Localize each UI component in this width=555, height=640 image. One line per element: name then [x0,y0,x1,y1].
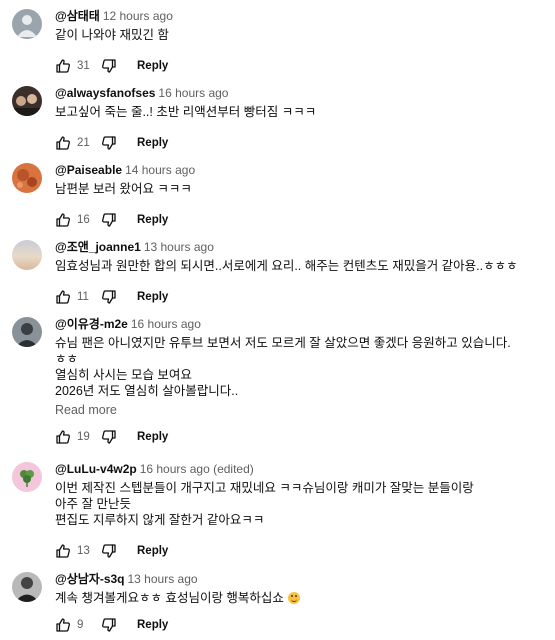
comment-text: 남편분 보러 왔어요 ㅋㅋㅋ [55,181,547,197]
comment-author[interactable]: @이유경-m2e [55,317,128,331]
comment-time[interactable]: 13 hours ago [128,572,198,586]
comment-time[interactable]: 12 hours ago [103,9,173,23]
comment-line: 임효성님과 원만한 합의 되시면..서로에게 요리.. 해주는 컨텐츠도 재밌을… [55,259,518,273]
comment-line: 편집도 지루하지 않게 잘한거 같아요ㅋㅋ [55,513,265,527]
comment-author[interactable]: @조앤_joanne1 [55,240,141,254]
avatar[interactable] [12,317,42,347]
avatar[interactable] [12,572,42,602]
comment-time[interactable]: 16 hours ago [131,317,201,331]
comment-line: 남편분 보러 왔어요 ㅋㅋㅋ [55,182,192,196]
thumbs-up-icon[interactable] [55,543,71,559]
comment-time[interactable]: 16 hours ago [158,86,228,100]
avatar[interactable] [12,86,42,116]
avatar[interactable] [12,462,42,492]
avatar[interactable] [12,163,42,193]
smiling-face-emoji-icon [288,592,301,604]
like-count: 16 [77,214,90,226]
comment-author[interactable]: @Paiseable [55,163,122,177]
thumbs-up-icon[interactable] [55,58,71,74]
comment-author[interactable]: @상남자-s3q [55,572,125,586]
comment-text: 계속 챙겨볼게요ㅎㅎ 효성님이랑 행복하십쇼 [55,590,547,606]
avatar[interactable] [12,240,42,270]
reply-button[interactable]: Reply [137,60,168,72]
comment-line: 2026년 저도 열심히 살아볼랍니다.. [55,384,239,398]
comment-author[interactable]: @삼태태 [55,9,100,23]
thumbs-down-icon[interactable] [101,543,117,559]
like-count: 19 [77,431,90,443]
comment-line: ㅎㅎ [55,352,79,366]
comment-actions: 9 Reply [55,616,547,634]
comment-actions: 21 Reply [55,134,547,152]
like-count: 13 [77,545,90,557]
comment-line: 슈님 팬은 아니였지만 유투브 보면서 저도 모르게 잘 살았으면 좋겠다 응원… [55,336,511,350]
thumbs-down-icon[interactable] [101,617,117,633]
thumbs-down-icon[interactable] [101,135,117,151]
reply-button[interactable]: Reply [137,431,168,443]
comment-actions: 11 Reply [55,288,547,306]
thumbs-down-icon[interactable] [101,212,117,228]
thumbs-down-icon[interactable] [101,58,117,74]
comment-line: 열심히 사시는 모습 보여요 [55,368,192,382]
comment-line: 같이 나와야 재밌긴 함 [55,28,169,42]
thumbs-up-icon[interactable] [55,135,71,151]
comment-text: 보고싶어 죽는 줄..! 초반 리액션부터 빵터짐 ㅋㅋㅋ [55,104,547,120]
comment-actions: 16 Reply [55,211,547,229]
comment-text: 같이 나와야 재밌긴 함 [55,27,547,43]
reply-button[interactable]: Reply [137,545,168,557]
like-count: 11 [77,291,89,303]
avatar[interactable] [12,9,42,39]
comment-actions: 19 Reply [55,428,547,446]
thumbs-down-icon[interactable] [101,289,117,305]
comment-text: 이번 제작진 스텝분들이 개구지고 재밌네요 ㅋㅋ슈님이랑 캐미가 잘맞는 분들… [55,480,547,528]
comment-actions: 31 Reply [55,57,547,75]
comment-line: 이번 제작진 스텝분들이 개구지고 재밌네요 ㅋㅋ슈님이랑 캐미가 잘맞는 분들… [55,481,474,495]
comment-author[interactable]: @alwaysfanofses [55,86,155,100]
comment-time[interactable]: 13 hours ago [144,240,214,254]
thumbs-up-icon[interactable] [55,429,71,445]
comment-author[interactable]: @LuLu-v4w2p [55,462,137,476]
read-more-link[interactable]: Read more [55,402,547,418]
reply-button[interactable]: Reply [137,137,168,149]
comment-actions: 13 Reply [55,542,547,560]
comment-line: 아주 잘 만난듯 [55,497,131,511]
thumbs-down-icon[interactable] [101,429,117,445]
comment-time[interactable]: 14 hours ago [125,163,195,177]
thumbs-up-icon[interactable] [55,617,71,633]
reply-button[interactable]: Reply [137,214,168,226]
comment-text: 슈님 팬은 아니였지만 유투브 보면서 저도 모르게 잘 살았으면 좋겠다 응원… [55,335,547,399]
like-count: 31 [77,60,90,72]
reply-button[interactable]: Reply [137,619,168,631]
like-count: 9 [77,619,84,631]
comment-text: 임효성님과 원만한 합의 되시면..서로에게 요리.. 해주는 컨텐츠도 재밌을… [55,258,547,274]
comment-time[interactable]: 16 hours ago (edited) [140,462,254,476]
thumbs-up-icon[interactable] [55,289,71,305]
comment-line: 보고싶어 죽는 줄..! 초반 리액션부터 빵터짐 ㅋㅋㅋ [55,105,317,119]
reply-button[interactable]: Reply [137,291,168,303]
like-count: 21 [77,137,90,149]
thumbs-up-icon[interactable] [55,212,71,228]
comment-line: 계속 챙겨볼게요ㅎㅎ 효성님이랑 행복하십쇼 [55,591,284,605]
